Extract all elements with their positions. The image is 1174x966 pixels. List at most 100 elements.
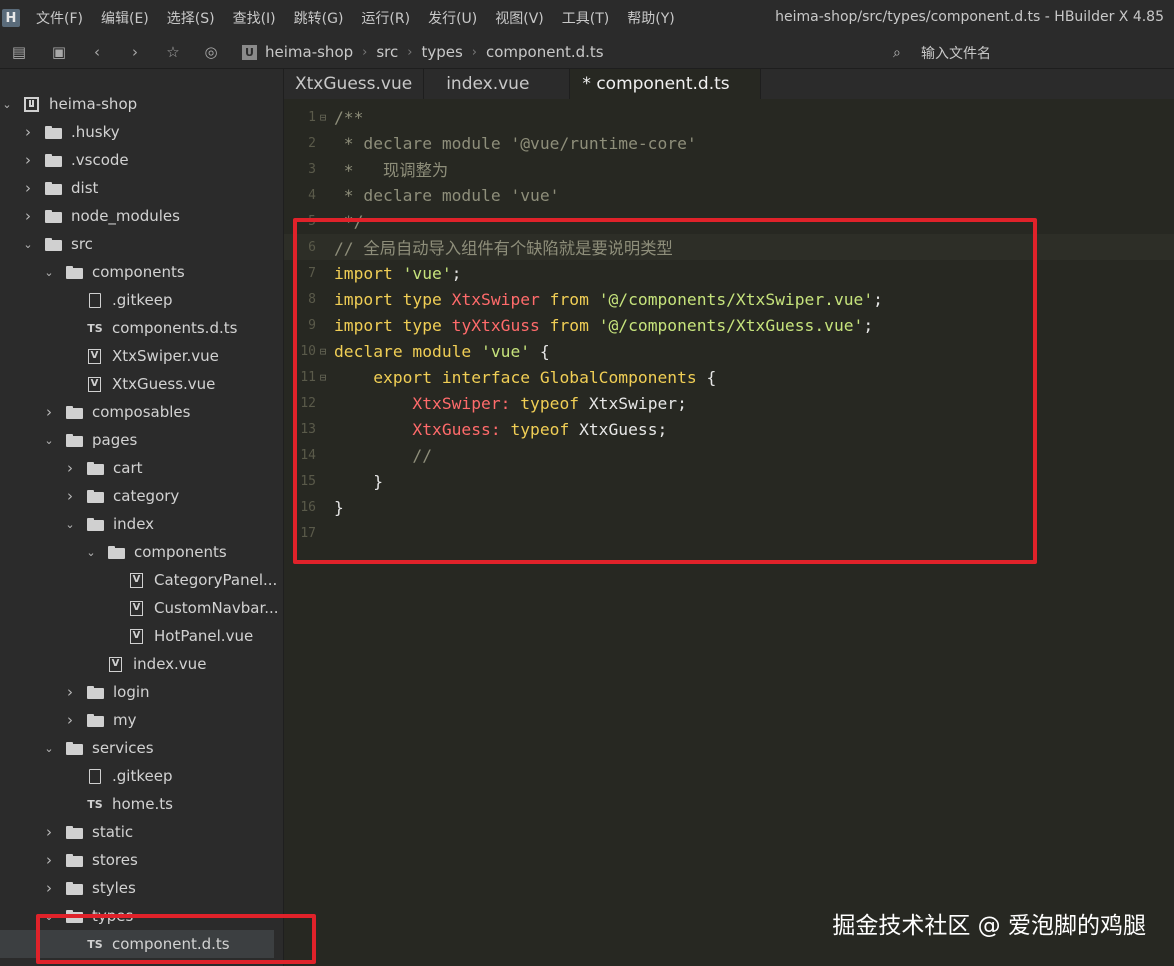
code-line[interactable]: 4 * declare module 'vue' xyxy=(284,182,1174,208)
tree-item[interactable]: › my xyxy=(0,706,283,734)
file-icon xyxy=(89,768,101,784)
tree-item-label: components.d.ts xyxy=(112,319,238,337)
menu-goto[interactable]: 跳转(G) xyxy=(294,8,344,28)
menu-help[interactable]: 帮助(Y) xyxy=(627,8,674,28)
code-line[interactable]: 2 * declare module '@vue/runtime-core' xyxy=(284,130,1174,156)
tree-item[interactable]: › static xyxy=(0,818,283,846)
chevron-down-icon[interactable]: ⌄ xyxy=(84,546,98,559)
folder-icon xyxy=(45,237,62,251)
tab-label: * component.d.ts xyxy=(582,74,730,94)
chevron-down-icon[interactable]: ⌄ xyxy=(42,742,56,755)
tree-item[interactable]: › login xyxy=(0,678,283,706)
tree-item[interactable]: ⌄ index xyxy=(0,510,283,538)
menu-run[interactable]: 运行(R) xyxy=(361,8,410,28)
breadcrumb: U heima-shop › src › types › component.d… xyxy=(242,43,604,61)
tree-item[interactable]: › styles xyxy=(0,874,283,902)
tree-item[interactable]: .gitkeep xyxy=(0,762,283,790)
file-search-input[interactable]: ⌕ 输入文件名 xyxy=(893,43,991,63)
chevron-down-icon[interactable]: ⌄ xyxy=(0,98,14,111)
menu-view[interactable]: 视图(V) xyxy=(495,8,544,28)
tree-item[interactable]: Vindex.vue xyxy=(0,650,283,678)
line-number: 4 xyxy=(308,187,316,203)
folder-icon xyxy=(45,209,62,223)
tree-item-label: components xyxy=(134,543,227,561)
tree-item[interactable]: ⌄ heima-shop xyxy=(0,90,283,118)
chevron-down-icon[interactable]: ⌄ xyxy=(42,266,56,279)
tree-item-label: cart xyxy=(113,459,143,477)
folder-icon xyxy=(66,853,83,867)
menu-publish[interactable]: 发行(U) xyxy=(428,8,477,28)
breadcrumb-item[interactable]: types xyxy=(421,43,462,61)
chevron-right-icon[interactable]: › xyxy=(42,879,56,897)
window-title: heima-shop/src/types/component.d.ts - HB… xyxy=(775,9,1164,25)
tree-item-label: CategoryPanel... xyxy=(154,571,278,589)
tree-item[interactable]: › node_modules xyxy=(0,202,283,230)
chevron-right-icon[interactable]: › xyxy=(63,487,77,505)
project-icon xyxy=(24,96,39,112)
chevron-right-icon[interactable]: › xyxy=(63,459,77,477)
tree-item[interactable]: ⌄ src xyxy=(0,230,283,258)
tree-item-label: index.vue xyxy=(133,655,207,673)
menu-file[interactable]: 文件(F) xyxy=(36,8,83,28)
tree-item[interactable]: TS home.ts xyxy=(0,790,283,818)
chevron-right-icon[interactable]: › xyxy=(63,711,77,729)
code-line[interactable]: 1 ⊟ /** xyxy=(284,104,1174,130)
tree-item[interactable]: V HotPanel.vue xyxy=(0,622,283,650)
tree-item[interactable]: V CategoryPanel... xyxy=(0,566,283,594)
code-line[interactable]: 3 * 现调整为 xyxy=(284,156,1174,182)
breadcrumb-separator-icon: › xyxy=(407,44,413,60)
chevron-right-icon[interactable]: › xyxy=(42,823,56,841)
tree-item[interactable]: V CustomNavbar... xyxy=(0,594,283,622)
tree-item[interactable]: › .husky xyxy=(0,118,283,146)
tree-item-label: .gitkeep xyxy=(112,767,173,785)
menu-tools[interactable]: 工具(T) xyxy=(562,8,609,28)
tab-component-d-ts[interactable]: * component.d.ts xyxy=(570,69,761,99)
run-icon[interactable]: ◎ xyxy=(200,41,222,63)
tree-item[interactable]: V XtxSwiper.vue xyxy=(0,342,283,370)
chevron-right-icon[interactable]: › xyxy=(63,683,77,701)
menu-select[interactable]: 选择(S) xyxy=(167,8,215,28)
breadcrumb-item[interactable]: src xyxy=(376,43,398,61)
tree-item[interactable]: ⌄ components xyxy=(0,258,283,286)
tree-item[interactable]: › .vscode xyxy=(0,146,283,174)
breadcrumb-item[interactable]: heima-shop xyxy=(265,43,353,61)
chevron-right-icon[interactable]: › xyxy=(42,403,56,421)
star-icon[interactable]: ☆ xyxy=(162,41,184,63)
tree-item[interactable]: ⌄ services xyxy=(0,734,283,762)
tree-item[interactable]: ⌄ pages xyxy=(0,426,283,454)
collapse-icon[interactable]: ▤ xyxy=(8,41,30,63)
chevron-right-icon[interactable]: › xyxy=(21,123,35,141)
breadcrumb-item[interactable]: component.d.ts xyxy=(486,43,604,61)
tree-item[interactable]: .gitkeep xyxy=(0,286,283,314)
tree-item[interactable]: › dist xyxy=(0,174,283,202)
forward-icon[interactable]: › xyxy=(124,41,146,63)
chevron-right-icon[interactable]: › xyxy=(42,851,56,869)
breadcrumb-separator-icon: › xyxy=(362,44,368,60)
tree-item-label: styles xyxy=(92,879,136,897)
tree-item[interactable]: › stores xyxy=(0,846,283,874)
tree-item[interactable]: ⌄ components xyxy=(0,538,283,566)
tree-item[interactable]: V XtxGuess.vue xyxy=(0,370,283,398)
chevron-right-icon[interactable]: › xyxy=(21,207,35,225)
tree-item[interactable]: › category xyxy=(0,482,283,510)
tree-item[interactable]: TS components.d.ts xyxy=(0,314,283,342)
chevron-down-icon[interactable]: ⌄ xyxy=(21,238,35,251)
line-number: 3 xyxy=(308,161,316,177)
tree-item-label: dist xyxy=(71,179,99,197)
tab-xtxguess[interactable]: XtxGuess.vue xyxy=(284,69,425,99)
tree-item[interactable]: › cart xyxy=(0,454,283,482)
code-highlight-box xyxy=(293,218,1037,564)
chevron-right-icon[interactable]: › xyxy=(21,151,35,169)
menu-edit[interactable]: 编辑(E) xyxy=(101,8,149,28)
fold-toggle-icon[interactable]: ⊟ xyxy=(316,111,330,124)
chevron-right-icon[interactable]: › xyxy=(21,179,35,197)
folder-icon xyxy=(66,433,83,447)
tree-item[interactable]: › composables xyxy=(0,398,283,426)
menu-find[interactable]: 查找(I) xyxy=(233,8,276,28)
code-token: /** xyxy=(334,107,364,127)
chevron-down-icon[interactable]: ⌄ xyxy=(63,518,77,531)
save-icon[interactable]: ▣ xyxy=(48,41,70,63)
tab-index[interactable]: index.vue xyxy=(424,69,571,99)
back-icon[interactable]: ‹ xyxy=(86,41,108,63)
chevron-down-icon[interactable]: ⌄ xyxy=(42,434,56,447)
